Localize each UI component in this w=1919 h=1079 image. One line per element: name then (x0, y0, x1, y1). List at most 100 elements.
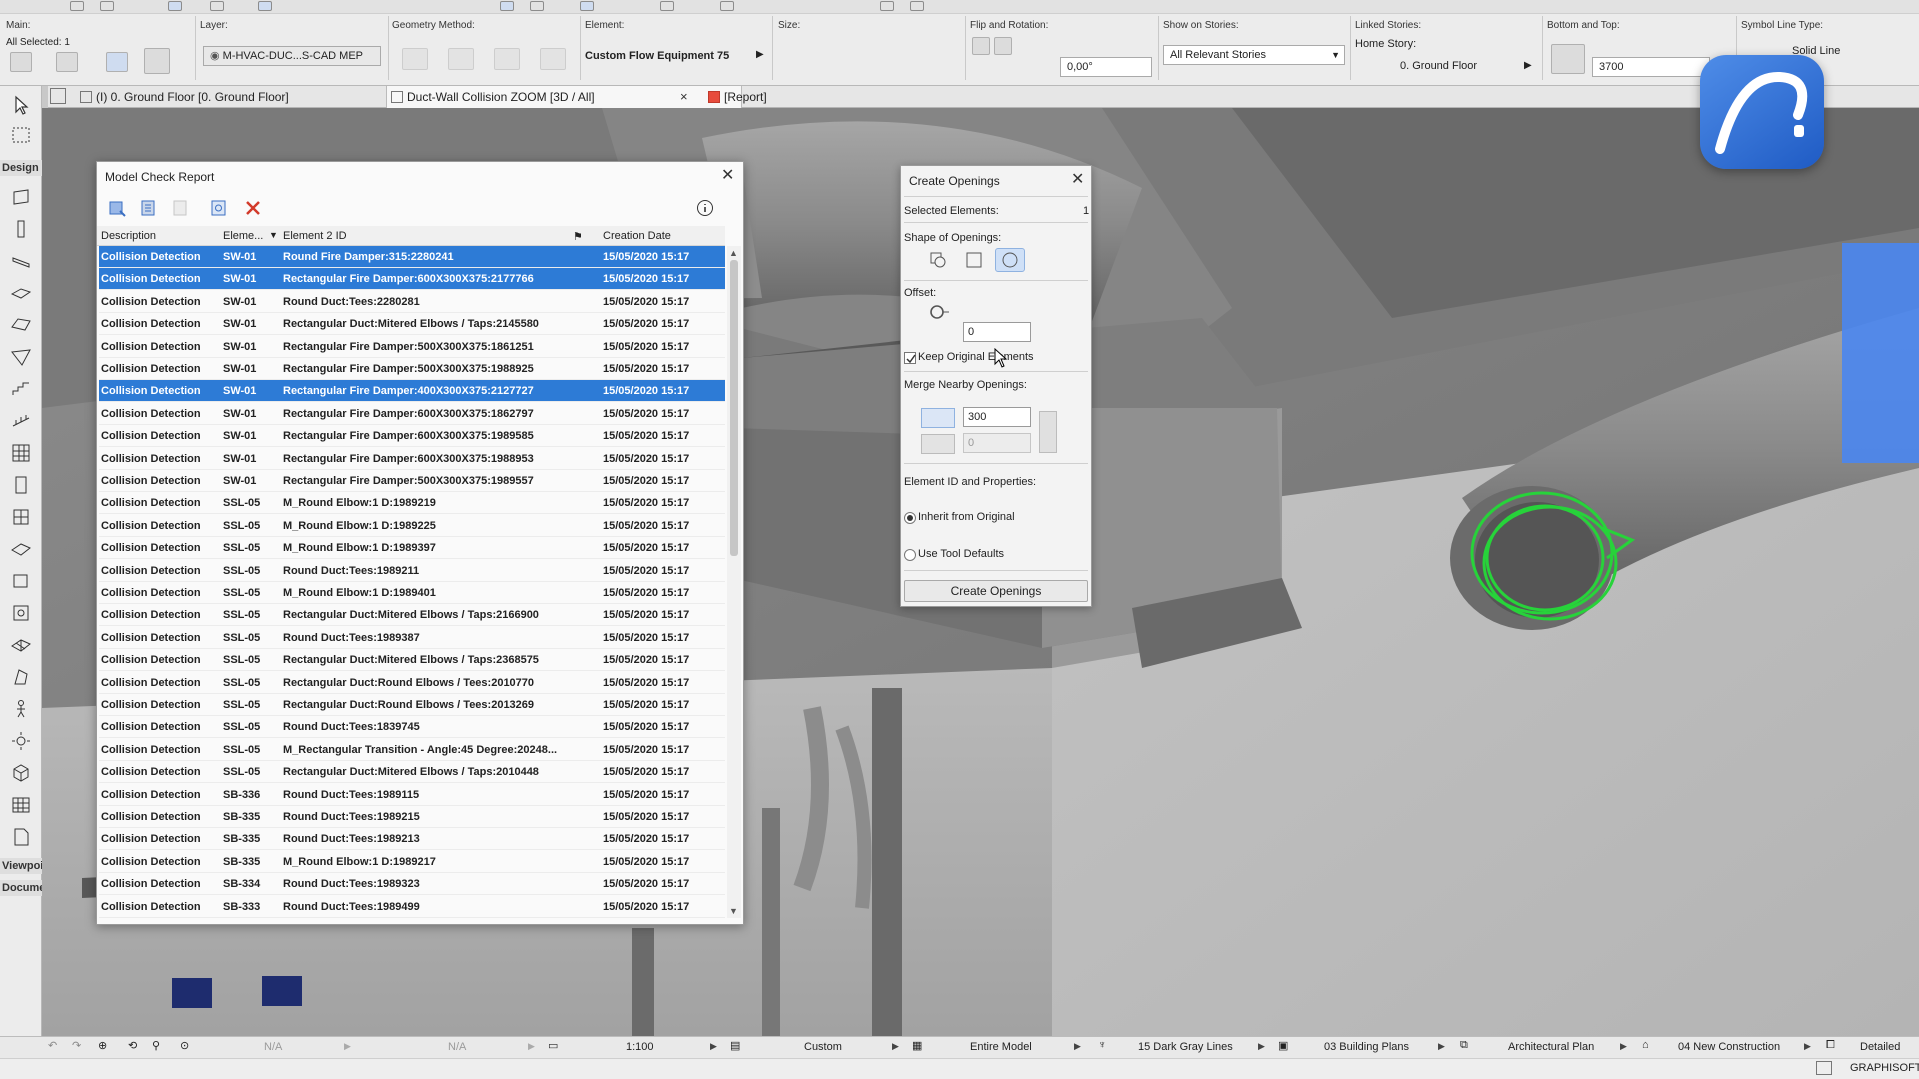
chevron-right-icon[interactable]: ▶ (528, 1041, 535, 1052)
table-row[interactable]: Collision Detection SW-01 Rectangular Fire… (99, 470, 725, 492)
shape-circular-button[interactable] (995, 248, 1025, 272)
zoom-fit-icon[interactable]: ⊙ (180, 1039, 189, 1052)
toolbar-icon[interactable] (100, 1, 114, 11)
merge-distance-input[interactable]: 300 (963, 407, 1031, 427)
toolbar-icon[interactable] (660, 1, 674, 11)
detail-level-value[interactable]: Detailed (1860, 1041, 1900, 1053)
toolbar-icon[interactable] (910, 1, 924, 11)
orbit-icon[interactable]: ⟲ (128, 1039, 137, 1052)
chevron-right-icon[interactable]: ▶ (1258, 1041, 1265, 1052)
bottom-top-input[interactable]: 3700 (1592, 57, 1710, 77)
zoom-value[interactable]: N/A (264, 1041, 282, 1053)
table-row[interactable]: Collision Detection SB-335 Round Duct:Tees… (99, 806, 725, 828)
toolbar-icon[interactable] (70, 1, 84, 11)
curtain-wall-tool-icon[interactable] (10, 442, 32, 464)
cube-icon[interactable] (144, 48, 170, 74)
zoom-to-selection-icon[interactable] (107, 198, 127, 218)
expand-arrow-icon[interactable]: ▶ (756, 49, 764, 60)
lamp-tool-icon[interactable] (10, 730, 32, 752)
toolbar-icon[interactable] (168, 1, 182, 11)
link-chain-icon[interactable] (1039, 411, 1057, 453)
tab-3d-view[interactable]: Duct-Wall Collision ZOOM [3D / All] (386, 86, 742, 108)
column-creation-date[interactable]: Creation Date (603, 230, 671, 242)
toolbar-icon[interactable] (880, 1, 894, 11)
keep-original-checkbox[interactable] (904, 352, 916, 364)
table-row[interactable]: Collision Detection SW-01 Rectangular Fire… (99, 403, 725, 425)
scrollbar-thumb[interactable] (730, 260, 738, 556)
info-icon[interactable] (695, 198, 715, 218)
marquee-tool-icon[interactable] (10, 124, 32, 146)
rotation-input[interactable]: 0,00° (1060, 57, 1152, 77)
chevron-right-icon[interactable]: ▶ (892, 1041, 899, 1052)
table-row[interactable]: Collision Detection SB-334 Round Duct:Tees… (99, 873, 725, 896)
table-row[interactable]: Collision Detection SB-335 M_Round Elbow:1… (99, 851, 725, 873)
shell-tool-icon[interactable] (10, 346, 32, 368)
arrow-tool-icon[interactable] (10, 52, 32, 72)
table-row[interactable]: Collision Detection SB-333 Round Duct:Tees… (99, 896, 725, 918)
element-name[interactable]: Custom Flow Equipment 75 (585, 50, 729, 62)
selection-mode-icon[interactable] (56, 52, 78, 72)
close-tab-icon[interactable]: × (680, 89, 688, 104)
table-row[interactable]: Collision Detection SB-336 Round Duct:Tees… (99, 784, 725, 806)
copy-icon[interactable] (171, 198, 191, 218)
home-story-value[interactable]: 0. Ground Floor (1400, 60, 1477, 72)
toolbar-icon[interactable] (530, 1, 544, 11)
chevron-right-icon[interactable]: ▶ (1438, 1041, 1445, 1052)
chevron-right-icon[interactable]: ▶ (1074, 1041, 1081, 1052)
table-row[interactable]: Collision Detection SW-01 Rectangular Fire… (99, 358, 725, 380)
object-tool-icon[interactable] (10, 570, 32, 592)
rotate-icon[interactable] (106, 52, 128, 72)
table-row[interactable]: Collision Detection SSL-05 M_Round Elbow:1… (99, 537, 725, 560)
chevron-right-icon[interactable]: ▶ (710, 1041, 717, 1052)
door-tool-icon[interactable] (10, 474, 32, 496)
geometry-icon[interactable] (540, 48, 566, 70)
elevation-icon[interactable] (1551, 44, 1585, 74)
shape-custom-button[interactable] (923, 248, 953, 272)
toolbar-icon[interactable] (258, 1, 272, 11)
close-icon[interactable]: ✕ (721, 168, 734, 184)
window-tool-icon[interactable] (10, 506, 32, 528)
inherit-radio[interactable] (904, 512, 916, 524)
table-row[interactable]: Collision Detection SSL-05 Rectangular Duc… (99, 672, 725, 694)
table-row[interactable]: Collision Detection SW-01 Rectangular Fire… (99, 380, 725, 403)
scale-value[interactable]: 1:100 (626, 1041, 654, 1053)
mvo-value[interactable]: 03 Building Plans (1324, 1041, 1409, 1053)
table-row[interactable]: Collision Detection SB-335 Round Duct:Tees… (99, 828, 725, 851)
chevron-right-icon[interactable]: ▶ (1524, 60, 1532, 71)
redo-icon[interactable]: ↷ (72, 1039, 81, 1052)
grid-view-icon[interactable] (50, 88, 66, 104)
layer-selector[interactable]: ◉ M-HVAC-DUC...S-CAD MEP (203, 46, 381, 66)
table-row[interactable]: Collision Detection SSL-05 M_Rectangular T… (99, 739, 725, 761)
skylight-tool-icon[interactable] (10, 538, 32, 560)
delete-icon[interactable] (243, 198, 263, 218)
mirror-icon[interactable] (994, 37, 1012, 55)
close-icon[interactable]: ✕ (1071, 172, 1084, 188)
scroll-up-icon[interactable]: ▲ (729, 248, 738, 258)
zoom-in-icon[interactable]: ⊕ (98, 1039, 107, 1052)
merge-vertical-input[interactable]: 0 (963, 433, 1031, 453)
flag-icon[interactable]: ⚑ (573, 230, 583, 243)
grid-tool-icon[interactable] (10, 794, 32, 816)
toolbar-icon[interactable] (720, 1, 734, 11)
table-row[interactable]: Collision Detection SW-01 Round Fire Dampe… (99, 246, 725, 268)
create-openings-button[interactable]: Create Openings (904, 580, 1088, 602)
table-row[interactable]: Collision Detection SSL-05 Rectangular Duc… (99, 649, 725, 672)
table-row[interactable]: Collision Detection SW-01 Rectangular Fire… (99, 268, 725, 291)
column-tool-icon[interactable] (10, 218, 32, 240)
roof-tool-icon[interactable] (10, 314, 32, 336)
shape-rectangular-button[interactable] (959, 248, 989, 272)
toolbar-icon[interactable] (580, 1, 594, 11)
geometry-icon[interactable] (494, 48, 520, 70)
geometry-icon[interactable] (448, 48, 474, 70)
document-tool-icon[interactable] (10, 826, 32, 848)
wall-tool-icon[interactable] (10, 186, 32, 208)
slab-tool-icon[interactable] (10, 282, 32, 304)
zone-tool-icon[interactable] (10, 602, 32, 624)
select-elements-icon[interactable] (139, 198, 159, 218)
tool-defaults-radio[interactable] (904, 549, 916, 561)
table-row[interactable]: Collision Detection SSL-05 Rectangular Duc… (99, 761, 725, 784)
geometry-icon[interactable] (402, 48, 428, 70)
table-row[interactable]: Collision Detection SW-01 Rectangular Fire… (99, 448, 725, 470)
undo-icon[interactable]: ↶ (48, 1039, 57, 1052)
pen-set-value[interactable]: 15 Dark Gray Lines (1138, 1041, 1233, 1053)
